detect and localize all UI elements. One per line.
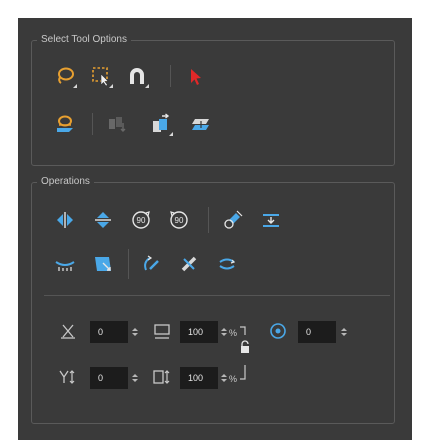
apply-to-all-layers-button[interactable] [52, 111, 78, 137]
width-percent-field[interactable]: 100 [180, 321, 218, 343]
rotation-icon [266, 319, 290, 343]
distribute-to-layers-icon [260, 209, 282, 231]
height-percent-field[interactable]: 100 [180, 367, 218, 389]
convert-to-pencil-icon [140, 253, 162, 275]
flatten-icon [190, 113, 212, 135]
smooth-button[interactable] [52, 251, 78, 277]
x-offset-spinner[interactable] [131, 325, 139, 339]
merge-icon [92, 253, 114, 275]
dropper-icon [222, 209, 244, 231]
reposition-drawings-icon [106, 113, 128, 135]
pencil-to-brush-icon [178, 253, 200, 275]
rotate-90-cw-icon: 90 [129, 209, 153, 231]
lasso-button[interactable] [52, 63, 78, 89]
operations-group: Operations 90 90 0 100 % 0 0 100 % [31, 175, 395, 424]
x-offset-field[interactable]: 0 [90, 321, 128, 343]
smooth-icon [53, 253, 77, 275]
height-spinner[interactable] [220, 371, 228, 385]
select-tool-options-title: Select Tool Options [37, 33, 131, 47]
rotate-90-cw-button[interactable]: 90 [128, 207, 154, 233]
x-offset-icon [56, 319, 80, 343]
convert-to-pencil-button[interactable] [138, 251, 164, 277]
dropper-button[interactable] [220, 207, 246, 233]
flip-horizontal-icon [54, 209, 76, 231]
y-offset-icon [56, 365, 80, 389]
rotate-90-ccw-icon: 90 [167, 209, 191, 231]
apply-to-all-layers-icon [54, 113, 76, 135]
rotation-spinner[interactable] [340, 325, 348, 339]
marquee-select-button[interactable] [88, 63, 114, 89]
select-arrow-icon [184, 65, 206, 87]
width-percent-label: % [229, 328, 238, 338]
height-icon [150, 365, 174, 389]
lock-bracket-bottom [240, 365, 246, 380]
width-icon [150, 319, 174, 343]
create-drawing-button[interactable] [148, 111, 174, 137]
snap-magnet-button[interactable] [124, 63, 150, 89]
pencil-to-brush-button[interactable] [176, 251, 202, 277]
flip-vertical-button[interactable] [90, 207, 116, 233]
optimize-icon [216, 253, 238, 275]
y-offset-spinner[interactable] [131, 371, 139, 385]
merge-button[interactable] [90, 251, 116, 277]
lock-icon [239, 340, 251, 354]
select-only-button[interactable] [182, 63, 208, 89]
tool-properties-panel: Select Tool Options Operations 90 90 0 1… [18, 18, 412, 440]
rotate-cw-label: 90 [137, 216, 146, 225]
lock-ratio-button[interactable] [238, 339, 252, 355]
flip-vertical-icon [92, 209, 114, 231]
operations-title: Operations [37, 175, 94, 189]
select-tool-options-group: Select Tool Options [31, 33, 395, 166]
height-percent-label: % [229, 374, 238, 384]
flip-horizontal-button[interactable] [52, 207, 78, 233]
optimize-button[interactable] [214, 251, 240, 277]
rotate-90-ccw-button[interactable]: 90 [166, 207, 192, 233]
rotation-field[interactable]: 0 [298, 321, 336, 343]
width-spinner[interactable] [220, 325, 228, 339]
y-offset-field[interactable]: 0 [90, 367, 128, 389]
reposition-drawings-button[interactable] [104, 111, 130, 137]
rotate-ccw-label: 90 [175, 216, 184, 225]
distribute-to-layers-button[interactable] [258, 207, 284, 233]
flatten-button[interactable] [188, 111, 214, 137]
